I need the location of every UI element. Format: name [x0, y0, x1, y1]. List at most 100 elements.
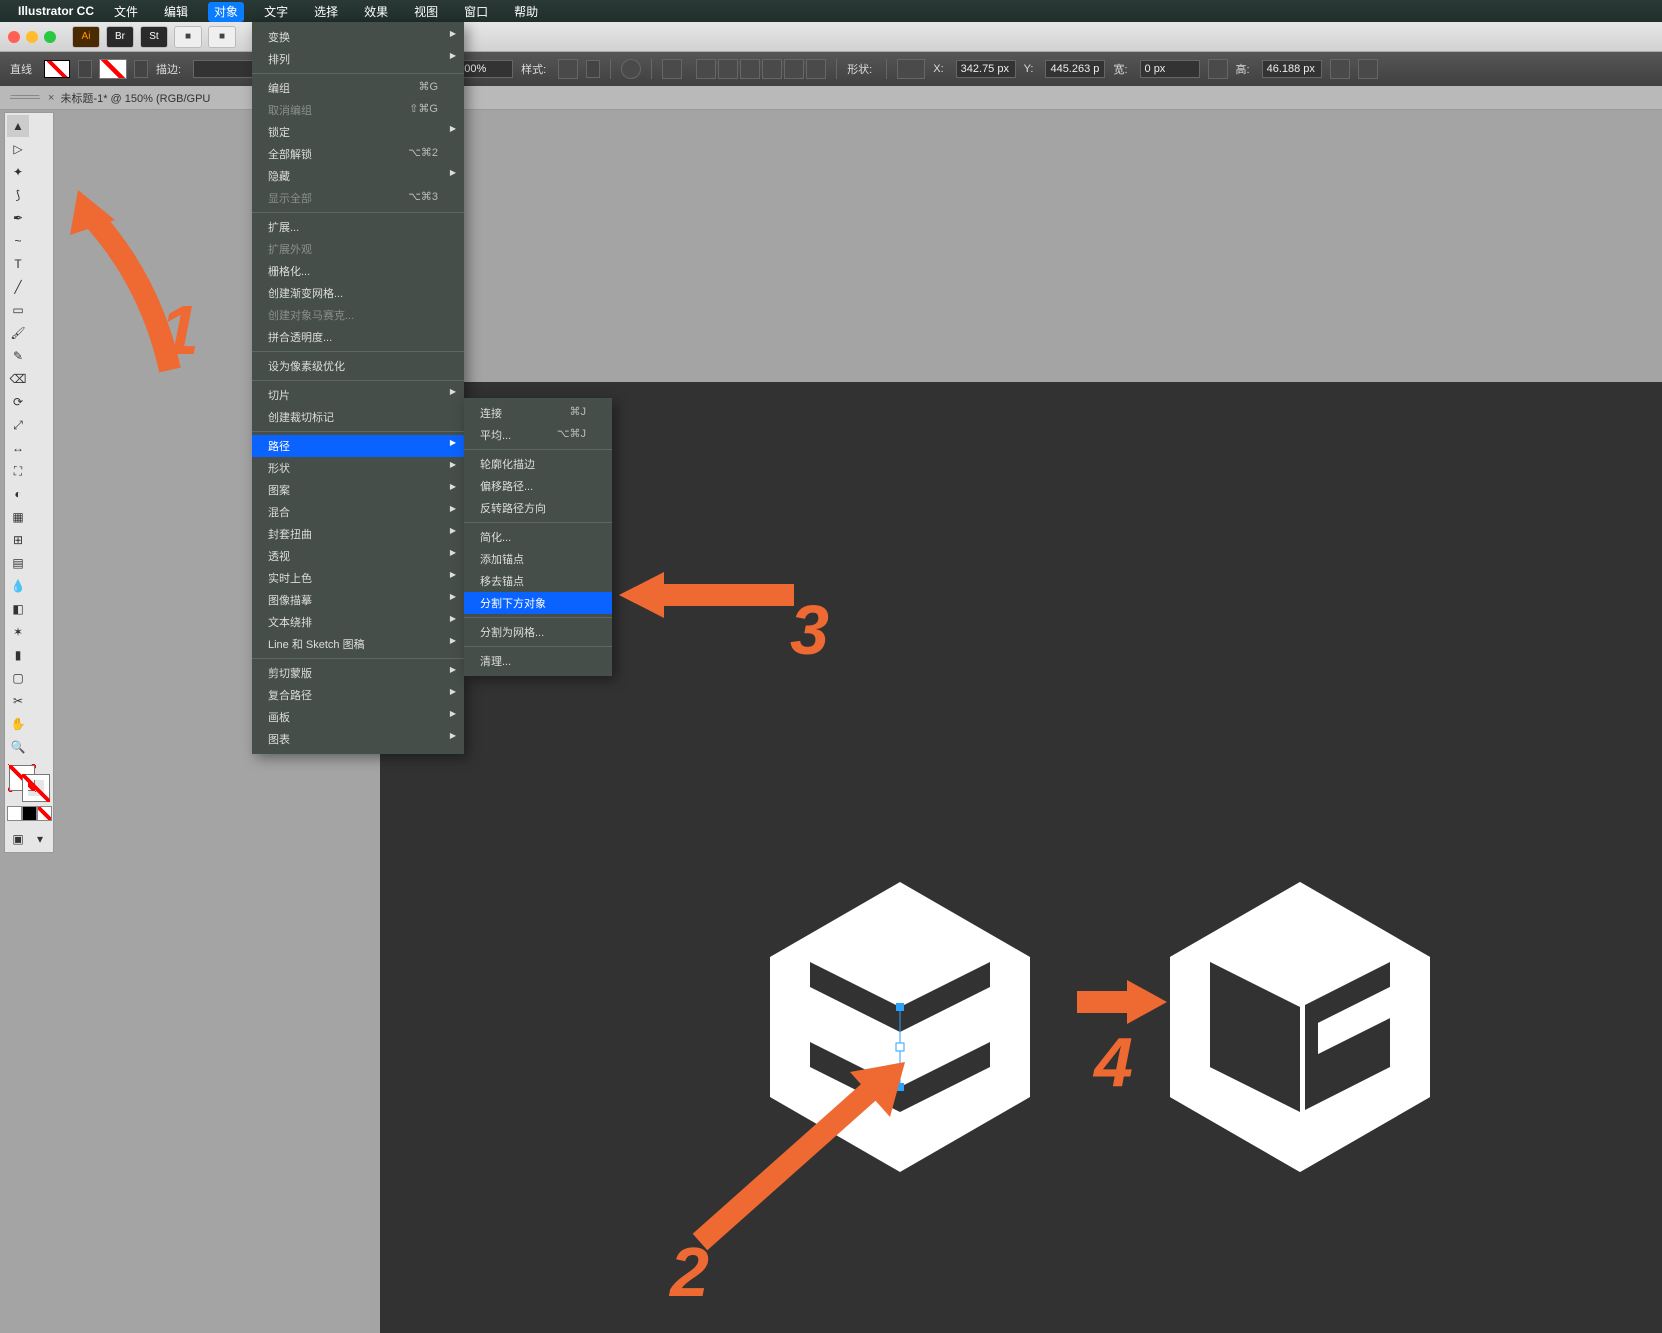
menu-item-路径[interactable]: 路径: [252, 435, 464, 457]
align-button-1[interactable]: [662, 59, 682, 79]
menu-item-编组[interactable]: 编组⌘G: [252, 77, 464, 99]
menu-选择[interactable]: 选择: [308, 2, 344, 22]
minimize-window-button[interactable]: [26, 31, 38, 43]
artboard-tool[interactable]: ▢: [7, 667, 29, 689]
free-transform-tool[interactable]: ⛶: [7, 460, 29, 482]
menu-效果[interactable]: 效果: [358, 2, 394, 22]
color-mode-fill[interactable]: [7, 806, 22, 821]
close-tab-button[interactable]: ×: [48, 92, 54, 104]
menu-item-分割为网格...[interactable]: 分割为网格...: [464, 621, 612, 643]
align-left-icon[interactable]: [696, 59, 716, 79]
menu-item-文本绕排[interactable]: 文本绕排: [252, 611, 464, 633]
blend-tool[interactable]: ◧: [7, 598, 29, 620]
menu-对象[interactable]: 对象: [208, 2, 244, 22]
rectangle-tool[interactable]: ▭: [7, 299, 29, 321]
menu-item-反转路径方向[interactable]: 反转路径方向: [464, 497, 612, 519]
pen-tool[interactable]: ✒: [7, 207, 29, 229]
lasso-tool[interactable]: ⟆: [7, 184, 29, 206]
eraser-tool[interactable]: ⌫: [7, 368, 29, 390]
menu-item-形状[interactable]: 形状: [252, 457, 464, 479]
mesh-tool[interactable]: ⊞: [7, 529, 29, 551]
arrange-documents-button[interactable]: ■: [174, 26, 202, 48]
menu-item-隐藏[interactable]: 隐藏: [252, 165, 464, 187]
menu-item-简化...[interactable]: 简化...: [464, 526, 612, 548]
curvature-tool[interactable]: ~: [7, 230, 29, 252]
menu-视图[interactable]: 视图: [408, 2, 444, 22]
stroke-weight-input[interactable]: [193, 60, 253, 78]
h-input[interactable]: [1262, 60, 1322, 78]
scale-corners-icon[interactable]: [1330, 59, 1350, 79]
paintbrush-tool[interactable]: 🖌: [7, 322, 29, 344]
change-screen-mode-button[interactable]: ▾: [29, 828, 51, 850]
recolor-icon[interactable]: [621, 59, 641, 79]
menu-item-图像描摹[interactable]: 图像描摹: [252, 589, 464, 611]
menu-item-混合[interactable]: 混合: [252, 501, 464, 523]
menu-item-切片[interactable]: 切片: [252, 384, 464, 406]
gradient-tool[interactable]: ▤: [7, 552, 29, 574]
slice-tool[interactable]: ✂: [7, 690, 29, 712]
fill-stroke-control[interactable]: [7, 763, 51, 803]
type-tool[interactable]: T: [7, 253, 29, 275]
shape-builder-tool[interactable]: ◐: [7, 483, 29, 505]
menu-item-锁定[interactable]: 锁定: [252, 121, 464, 143]
color-mode-none[interactable]: [37, 806, 52, 821]
menu-item-图案[interactable]: 图案: [252, 479, 464, 501]
menu-文字[interactable]: 文字: [258, 2, 294, 22]
menu-帮助[interactable]: 帮助: [508, 2, 544, 22]
x-input[interactable]: [956, 60, 1016, 78]
y-input[interactable]: [1045, 60, 1105, 78]
close-window-button[interactable]: [8, 31, 20, 43]
stroke-swatch[interactable]: [100, 60, 126, 78]
menu-item-画板[interactable]: 画板: [252, 706, 464, 728]
maximize-window-button[interactable]: [44, 31, 56, 43]
align-vcenter-icon[interactable]: [784, 59, 804, 79]
menu-item-创建渐变网格...[interactable]: 创建渐变网格...: [252, 282, 464, 304]
menu-编辑[interactable]: 编辑: [158, 2, 194, 22]
menu-item-平均...[interactable]: 平均...⌥⌘J: [464, 424, 612, 446]
column-graph-tool[interactable]: ▮: [7, 644, 29, 666]
rotate-tool[interactable]: ⟳: [7, 391, 29, 413]
shaper-tool[interactable]: ✎: [7, 345, 29, 367]
align-hcenter-icon[interactable]: [718, 59, 738, 79]
menu-item-轮廓化描边[interactable]: 轮廓化描边: [464, 453, 612, 475]
line-segment-tool[interactable]: ╱: [7, 276, 29, 298]
style-swatch[interactable]: [558, 59, 578, 79]
menu-item-排列[interactable]: 排列: [252, 48, 464, 70]
menu-item-创建裁切标记[interactable]: 创建裁切标记: [252, 406, 464, 428]
menu-item-剪切蒙版[interactable]: 剪切蒙版: [252, 662, 464, 684]
width-tool[interactable]: ↔: [7, 437, 29, 459]
stroke-dropdown[interactable]: [134, 60, 148, 78]
fill-swatch[interactable]: [44, 60, 70, 78]
color-mode-gradient[interactable]: [22, 806, 37, 821]
eyedropper-tool[interactable]: 💧: [7, 575, 29, 597]
hand-tool[interactable]: ✋: [7, 713, 29, 735]
selection-tool[interactable]: ▲: [7, 115, 29, 137]
align-right-icon[interactable]: [740, 59, 760, 79]
menu-窗口[interactable]: 窗口: [458, 2, 494, 22]
align-top-icon[interactable]: [762, 59, 782, 79]
menu-item-Line 和 Sketch 图稿[interactable]: Line 和 Sketch 图稿: [252, 633, 464, 655]
menu-item-扩展...[interactable]: 扩展...: [252, 216, 464, 238]
menu-item-栅格化...[interactable]: 栅格化...: [252, 260, 464, 282]
document-tab-title[interactable]: 未标题-1* @ 150% (RGB/GPU: [60, 90, 210, 106]
menu-item-变换[interactable]: 变换: [252, 26, 464, 48]
style-dropdown[interactable]: [586, 60, 600, 78]
bridge-button[interactable]: Br: [106, 26, 134, 48]
direct-selection-tool[interactable]: ▷: [7, 138, 29, 160]
scale-tool[interactable]: ⤢: [7, 414, 29, 436]
menu-文件[interactable]: 文件: [108, 2, 144, 22]
menu-item-拼合透明度...[interactable]: 拼合透明度...: [252, 326, 464, 348]
link-wh-icon[interactable]: [1208, 59, 1228, 79]
w-input[interactable]: [1140, 60, 1200, 78]
magic-wand-tool[interactable]: ✦: [7, 161, 29, 183]
logo-before[interactable]: [750, 872, 1050, 1182]
transform-ref-icon[interactable]: [897, 59, 925, 79]
menu-item-移去锚点[interactable]: 移去锚点: [464, 570, 612, 592]
stock-button[interactable]: St: [140, 26, 168, 48]
zoom-tool[interactable]: 🔍: [7, 736, 29, 758]
menu-item-全部解锁[interactable]: 全部解锁⌥⌘2: [252, 143, 464, 165]
menu-item-透视[interactable]: 透视: [252, 545, 464, 567]
menu-item-封套扭曲[interactable]: 封套扭曲: [252, 523, 464, 545]
menu-item-偏移路径...[interactable]: 偏移路径...: [464, 475, 612, 497]
symbol-sprayer-tool[interactable]: ✶: [7, 621, 29, 643]
